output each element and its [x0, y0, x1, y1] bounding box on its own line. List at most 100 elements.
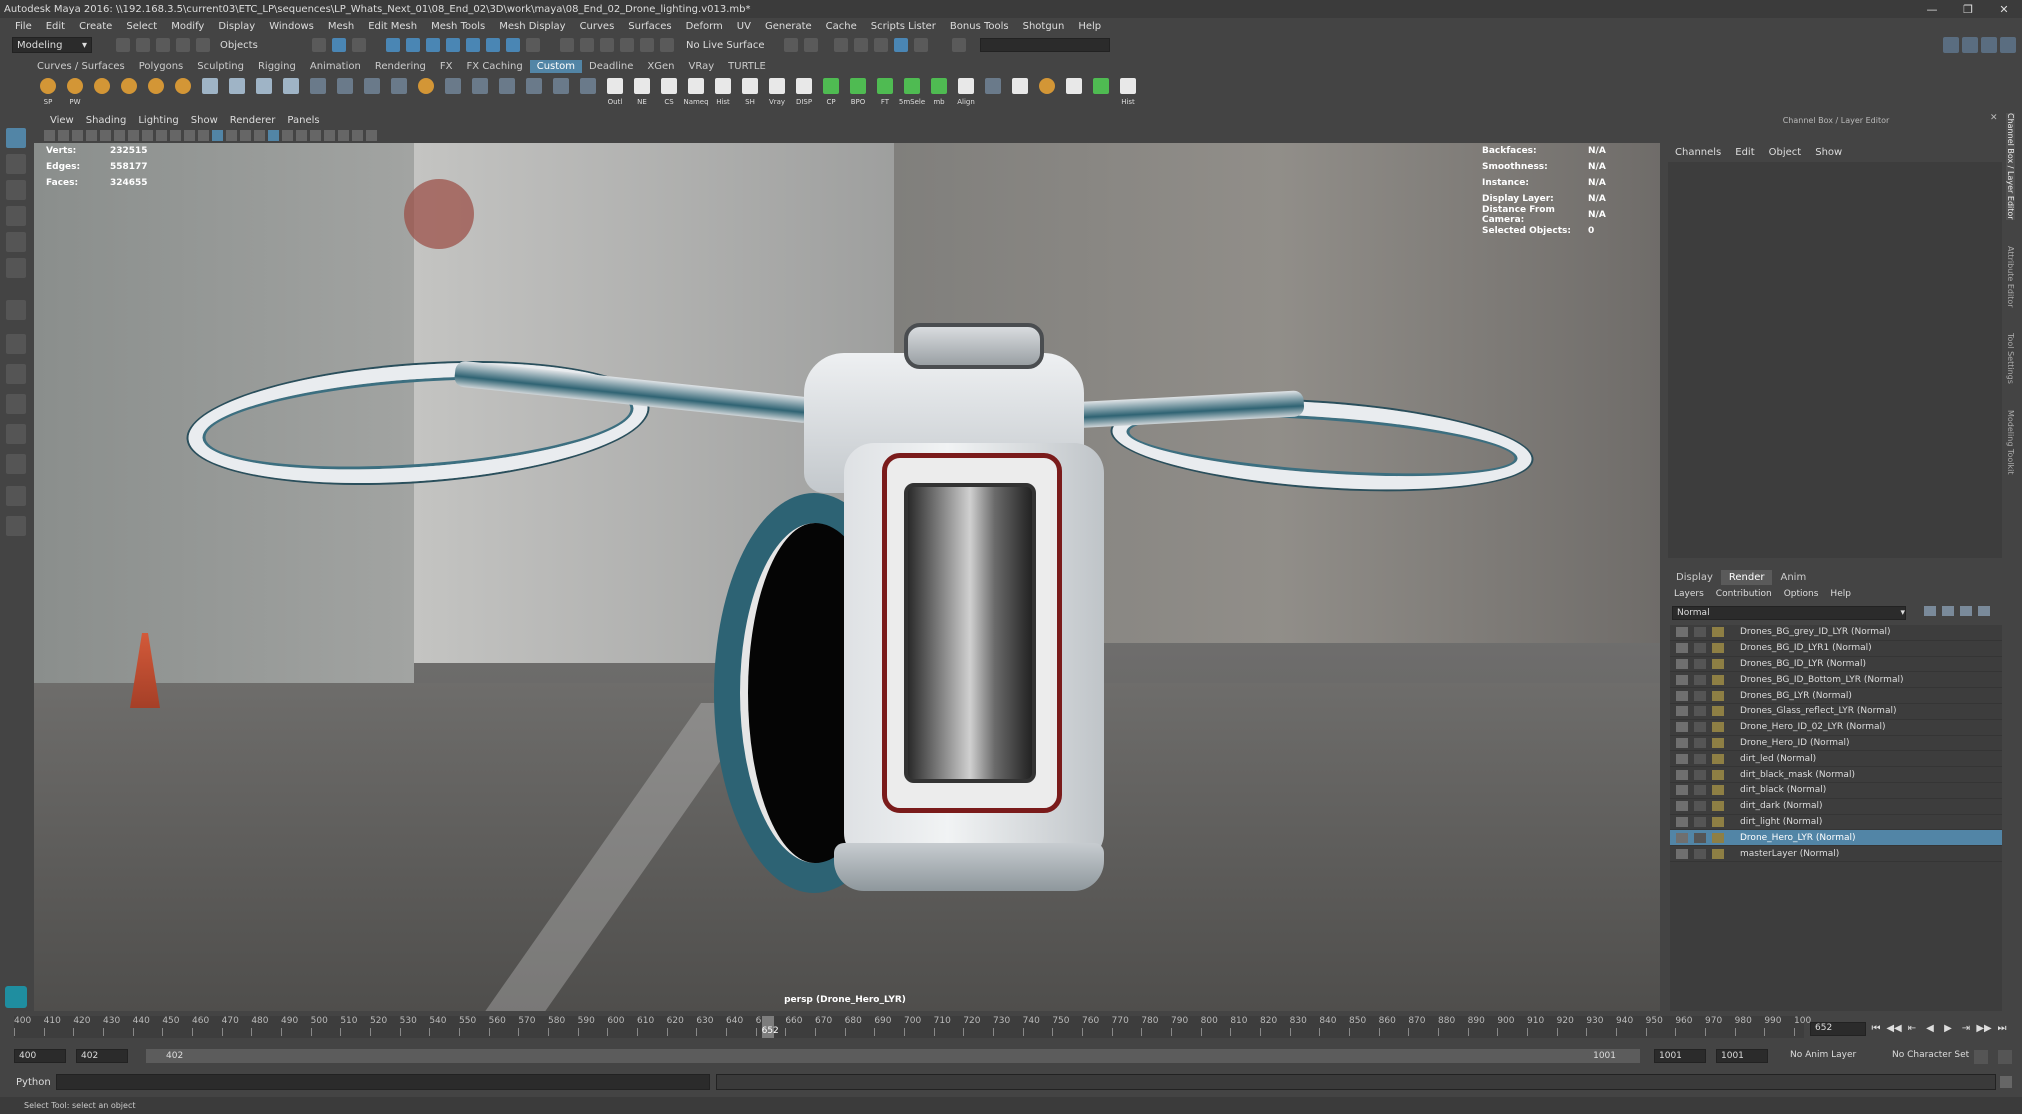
select-object-icon[interactable]	[332, 38, 346, 52]
playback-toggle-icon[interactable]	[1694, 848, 1706, 859]
layer-row[interactable]: dirt_black (Normal)	[1670, 783, 2002, 799]
script-editor-icon[interactable]	[2000, 1076, 2012, 1088]
sidebar-toggle-icon[interactable]	[952, 38, 967, 52]
gate-mask-icon[interactable]	[142, 129, 153, 141]
render-view-icon[interactable]	[834, 38, 849, 52]
render-settings-icon[interactable]	[894, 38, 909, 52]
shelf-button-disp[interactable]: DISP	[792, 76, 816, 106]
menu-display[interactable]: Display	[211, 21, 262, 32]
camera-icon[interactable]	[44, 129, 55, 141]
channel-box-icon[interactable]	[2000, 37, 2016, 53]
shelf-button-ne[interactable]: NE	[630, 76, 654, 106]
channel-box-area[interactable]	[1668, 162, 2002, 558]
render-toggle-icon[interactable]	[1676, 785, 1688, 796]
layer-row[interactable]: Drones_BG_ID_Bottom_LYR (Normal)	[1670, 672, 2002, 689]
render-toggle-icon[interactable]	[1676, 801, 1688, 812]
layout-icon[interactable]	[6, 424, 26, 444]
render-toggle-icon[interactable]	[1676, 722, 1688, 733]
shelf-button[interactable]	[387, 76, 411, 106]
shelf-button[interactable]	[549, 76, 573, 106]
time-slider-ticks[interactable]: 400 410 420 430 440 450 460 470 480 490 500 510 520 5…	[14, 1016, 1811, 1038]
render-toggle-icon[interactable]	[1676, 690, 1688, 701]
vertical-tab-tool-settings[interactable]: Tool Settings	[2006, 333, 2015, 384]
playback-toggle-icon[interactable]	[1694, 801, 1706, 812]
playback-toggle-icon[interactable]	[1694, 753, 1706, 764]
select-tool-icon[interactable]	[6, 128, 26, 148]
playback-toggle-icon[interactable]	[1694, 643, 1706, 654]
shelf-button-cp[interactable]: CP	[819, 76, 843, 106]
menu-create[interactable]: Create	[72, 21, 119, 32]
menu-uv[interactable]: UV	[730, 21, 758, 32]
play-backwards-icon[interactable]: ◀	[1924, 1022, 1936, 1034]
film-gate-icon[interactable]	[114, 129, 125, 141]
channel-menu-object[interactable]: Object	[1762, 147, 1809, 158]
viewport-menu-view[interactable]: View	[44, 115, 80, 126]
menu-select[interactable]: Select	[119, 21, 164, 32]
animation-end-field[interactable]: 1001	[1716, 1049, 1768, 1063]
shelf-tab-vray[interactable]: VRay	[682, 60, 722, 73]
shelf-button-vray[interactable]: Vray	[765, 76, 789, 106]
layout-icon[interactable]	[6, 516, 26, 536]
drone-mechanism[interactable]	[904, 483, 1036, 783]
menu-mesh-display[interactable]: Mesh Display	[492, 21, 572, 32]
drone-bottom[interactable]	[834, 843, 1104, 891]
mask-icon[interactable]	[406, 38, 420, 52]
mask-icon[interactable]	[486, 38, 500, 52]
drone-screen[interactable]	[904, 323, 1044, 369]
step-back-icon[interactable]: ◀◀	[1886, 1022, 1901, 1034]
undo-icon[interactable]	[176, 38, 190, 52]
shelf-tab-rigging[interactable]: Rigging	[251, 60, 303, 73]
redo-icon[interactable]	[196, 38, 210, 52]
menuset-dropdown[interactable]: Modeling ▾	[12, 37, 92, 53]
shelf-button[interactable]	[279, 76, 303, 106]
render-icon[interactable]	[854, 38, 869, 52]
snap-surface-icon[interactable]	[640, 38, 654, 52]
shelf-button[interactable]	[1062, 76, 1086, 106]
character-set-dropdown[interactable]: No Character Set	[1892, 1050, 1969, 1060]
lasso-tool-icon[interactable]	[6, 154, 26, 174]
layer-row[interactable]: Drones_BG_ID_LYR (Normal)	[1670, 657, 2002, 673]
command-language-label[interactable]: Python	[16, 1077, 51, 1088]
viewport-menu-lighting[interactable]: Lighting	[132, 115, 184, 126]
quick-command-field[interactable]	[980, 38, 1111, 52]
current-frame-field[interactable]: 652	[1810, 1022, 1866, 1036]
layer-menu-help[interactable]: Help	[1824, 589, 1857, 599]
xray-icon[interactable]	[310, 129, 321, 141]
mask-icon[interactable]	[506, 38, 520, 52]
gamma-icon[interactable]	[352, 129, 363, 141]
menu-file[interactable]: File	[8, 21, 39, 32]
shelf-button-cs[interactable]: CS	[657, 76, 681, 106]
shadows-icon[interactable]	[254, 129, 265, 141]
output-icon[interactable]	[804, 38, 819, 52]
mask-icon[interactable]	[446, 38, 460, 52]
snap-icon[interactable]	[660, 38, 674, 52]
rotate-tool-icon[interactable]	[6, 232, 26, 252]
shelf-tab-animation[interactable]: Animation	[303, 60, 368, 73]
shelf-button-mb[interactable]: mb	[927, 76, 951, 106]
single-view-icon[interactable]	[6, 300, 26, 320]
shelf-button[interactable]	[522, 76, 546, 106]
safe-title-icon[interactable]	[184, 129, 195, 141]
shelf-button[interactable]	[252, 76, 276, 106]
viewport-menu-show[interactable]: Show	[185, 115, 224, 126]
render-toggle-icon[interactable]	[1676, 769, 1688, 780]
layout-icon[interactable]	[6, 364, 26, 384]
tool-settings-icon[interactable]	[1981, 37, 1997, 53]
go-to-start-icon[interactable]: ⏮	[1870, 1022, 1882, 1034]
shelf-tab-curves-surfaces[interactable]: Curves / Surfaces	[30, 60, 132, 73]
layer-row[interactable]: masterLayer (Normal)	[1670, 846, 2002, 862]
smooth-shade-icon[interactable]	[212, 129, 223, 141]
shelf-button[interactable]	[198, 76, 222, 106]
menu-help[interactable]: Help	[1071, 21, 1108, 32]
playback-toggle-icon[interactable]	[1694, 674, 1706, 685]
safe-action-icon[interactable]	[170, 129, 181, 141]
channel-menu-edit[interactable]: Edit	[1728, 147, 1761, 158]
viewport-menu-renderer[interactable]: Renderer	[224, 115, 282, 126]
shelf-button[interactable]	[981, 76, 1005, 106]
lighting-icon[interactable]	[240, 129, 251, 141]
new-layer-icon[interactable]	[1960, 606, 1972, 616]
shelf-button[interactable]	[117, 76, 141, 106]
menu-modify[interactable]: Modify	[164, 21, 211, 32]
image-plane-icon[interactable]	[86, 129, 97, 141]
layer-tab-render[interactable]: Render	[1720, 569, 1773, 585]
